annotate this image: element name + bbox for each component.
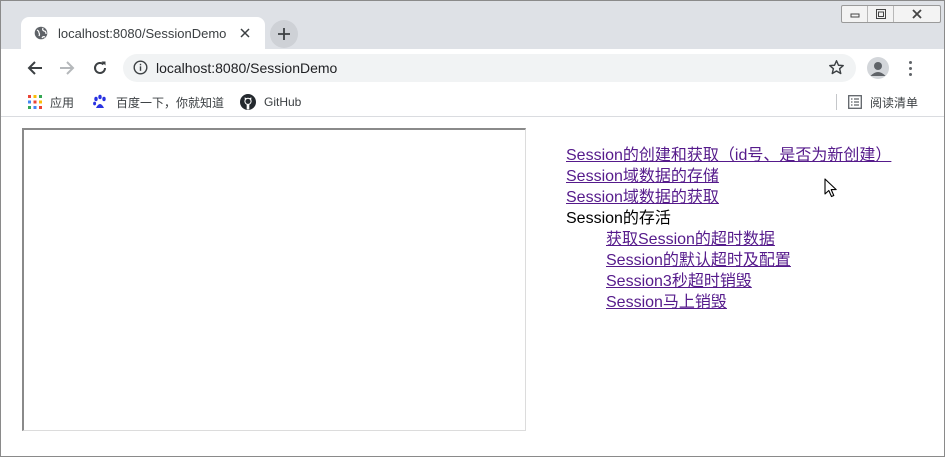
bookmarks-bar: 应用 百度一下，你就知道 GitHub 阅读清单	[1, 87, 944, 117]
tab-title: localhost:8080/SessionDemo	[58, 26, 227, 41]
link-session-store[interactable]: Session域数据的存储	[566, 166, 891, 187]
minimize-icon	[850, 13, 859, 18]
close-window-button[interactable]	[894, 6, 940, 22]
more-menu-icon[interactable]	[902, 57, 918, 79]
link-destroy-now[interactable]: Session马上销毁	[606, 292, 891, 313]
apps-grid-icon	[28, 95, 42, 109]
link-default-timeout[interactable]: Session的默认超时及配置	[606, 250, 891, 271]
page-content: Session的创建和获取（id号、是否为新创建） Session域数据的存储 …	[1, 118, 944, 456]
address-bar[interactable]: localhost:8080/SessionDemo	[123, 54, 856, 82]
plus-icon	[278, 28, 290, 40]
bookmark-label: GitHub	[264, 95, 302, 109]
close-tab-icon[interactable]	[237, 25, 253, 41]
link-session-create[interactable]: Session的创建和获取（id号、是否为新创建）	[566, 145, 891, 166]
reload-icon	[94, 61, 106, 74]
forward-button[interactable]	[56, 57, 78, 79]
sub-menu: 获取Session的超时数据 Session的默认超时及配置 Session3秒…	[566, 229, 891, 313]
bookmark-github[interactable]: GitHub	[240, 93, 301, 111]
window-controls	[841, 5, 941, 23]
reading-list-button[interactable]: 阅读清单	[848, 93, 918, 111]
toolbar: localhost:8080/SessionDemo	[1, 49, 944, 87]
link-session-get[interactable]: Session域数据的获取	[566, 187, 891, 208]
bookmarks-separator	[836, 94, 837, 110]
content-frame	[22, 128, 526, 431]
bookmark-label: 应用	[50, 95, 75, 110]
site-info-icon[interactable]	[133, 60, 148, 80]
browser-window: localhost:8080/SessionDemo localhost:808…	[0, 0, 945, 457]
restore-button[interactable]	[868, 6, 894, 22]
link-timeout-data[interactable]: 获取Session的超时数据	[606, 229, 891, 250]
back-button[interactable]	[24, 57, 46, 79]
mouse-cursor-icon	[824, 178, 838, 203]
baidu-paw-icon	[92, 94, 108, 110]
globe-icon	[34, 26, 48, 45]
tab-session-demo[interactable]: localhost:8080/SessionDemo	[21, 17, 265, 49]
star-icon[interactable]	[828, 59, 845, 81]
session-menu: Session的创建和获取（id号、是否为新创建） Session域数据的存储 …	[566, 145, 891, 313]
arrow-left-icon	[27, 61, 42, 75]
github-icon	[240, 94, 256, 110]
bookmark-apps[interactable]: 应用	[28, 93, 74, 111]
bookmark-baidu[interactable]: 百度一下，你就知道	[92, 93, 224, 111]
arrow-right-icon	[60, 61, 75, 75]
reading-list-label: 阅读清单	[870, 95, 919, 110]
reading-list-icon	[848, 95, 862, 109]
profile-avatar-icon[interactable]	[867, 57, 889, 79]
url-text: localhost:8080/SessionDemo	[156, 60, 338, 76]
close-icon	[912, 9, 922, 19]
reload-button[interactable]	[89, 57, 111, 79]
tab-strip: localhost:8080/SessionDemo	[1, 1, 944, 49]
restore-icon	[875, 9, 886, 19]
section-title: Session的存活	[566, 210, 671, 227]
bookmark-label: 百度一下，你就知道	[116, 95, 225, 110]
new-tab-button[interactable]	[270, 20, 298, 48]
link-3s-timeout[interactable]: Session3秒超时销毁	[606, 271, 891, 292]
minimize-button[interactable]	[842, 6, 868, 22]
